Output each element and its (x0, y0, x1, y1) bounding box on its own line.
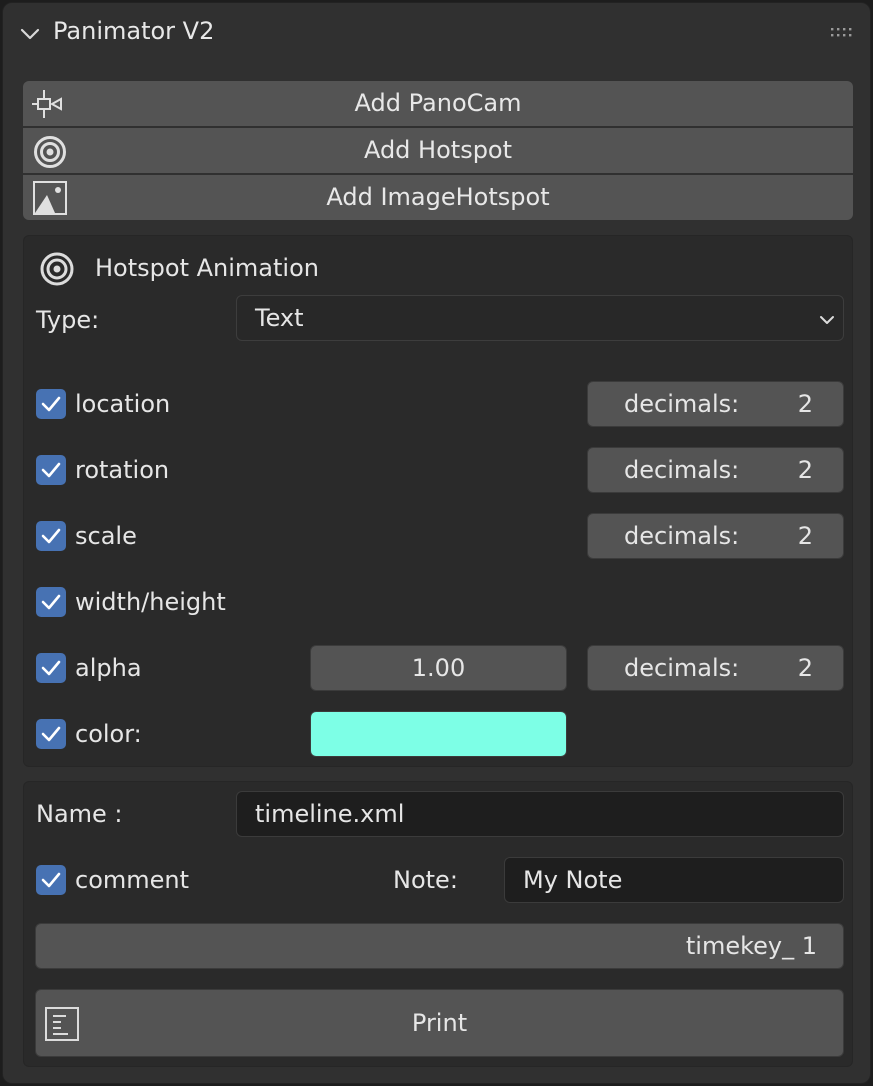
checkmark-icon (41, 594, 61, 610)
checkmark-icon (41, 726, 61, 742)
checkmark-icon (41, 396, 61, 412)
note-label: Note: (393, 866, 458, 894)
scale-decimals-field[interactable]: decimals: 2 (587, 513, 844, 559)
color-swatch[interactable] (310, 711, 567, 757)
checkmark-icon (41, 528, 61, 544)
location-label: location (75, 390, 171, 418)
image-icon (33, 181, 67, 215)
type-value: Text (255, 304, 304, 332)
add-panocam-label: Add PanoCam (354, 89, 522, 117)
hotspot-icon (34, 136, 66, 168)
alpha-value-field[interactable]: 1.00 (310, 645, 567, 691)
type-label: Type: (36, 306, 100, 334)
name-label: Name : (36, 800, 123, 828)
decimals-label: decimals: (624, 522, 740, 550)
alpha-label: alpha (75, 654, 142, 682)
add-imagehotspot-label: Add ImageHotspot (326, 183, 550, 211)
name-value: timeline.xml (255, 800, 405, 828)
print-label: Print (411, 1009, 468, 1037)
timekey-value: timekey_ 1 (685, 932, 817, 960)
location-decimals-field[interactable]: decimals: 2 (587, 381, 844, 427)
alpha-decimals-field[interactable]: decimals: 2 (587, 645, 844, 691)
add-hotspot-button[interactable]: Add Hotspot (23, 128, 853, 173)
rotation-decimals-field[interactable]: decimals: 2 (587, 447, 844, 493)
note-input[interactable]: My Note (504, 857, 844, 903)
chevron-down-icon[interactable] (19, 23, 41, 45)
print-button[interactable]: Print (35, 989, 844, 1057)
panimator-panel: Panimator V2 Add PanoCam Add Hotspot Add… (2, 2, 871, 1084)
camera-icon (32, 90, 62, 118)
scale-label: scale (75, 522, 137, 550)
checkmark-icon (41, 660, 61, 676)
drag-grip-icon[interactable] (830, 27, 856, 39)
scale-checkbox[interactable] (36, 521, 66, 551)
timekey-field[interactable]: timekey_ 1 (35, 923, 844, 969)
comment-label: comment (75, 866, 190, 894)
text-document-icon (45, 1007, 79, 1041)
add-buttons-group: Add PanoCam Add Hotspot Add ImageHotspot (23, 81, 853, 220)
decimals-label: decimals: (624, 654, 740, 682)
color-label: color: (75, 720, 142, 748)
decimals-value: 2 (797, 654, 813, 682)
panel-header[interactable]: Panimator V2 (3, 3, 870, 63)
alpha-value: 1.00 (411, 654, 466, 682)
decimals-label: decimals: (624, 456, 740, 484)
name-input[interactable]: timeline.xml (236, 791, 844, 837)
add-imagehotspot-button[interactable]: Add ImageHotspot (23, 175, 853, 220)
width-height-label: width/height (75, 588, 226, 616)
add-hotspot-label: Add Hotspot (363, 136, 513, 164)
checkmark-icon (41, 872, 61, 888)
alpha-checkbox[interactable] (36, 653, 66, 683)
section-heading: Hotspot Animation (95, 254, 319, 282)
type-dropdown[interactable]: Text (236, 295, 844, 341)
location-checkbox[interactable] (36, 389, 66, 419)
decimals-value: 2 (797, 456, 813, 484)
hotspot-icon (40, 252, 74, 286)
add-panocam-button[interactable]: Add PanoCam (23, 81, 853, 126)
comment-checkbox[interactable] (36, 865, 66, 895)
width-height-checkbox[interactable] (36, 587, 66, 617)
decimals-label: decimals: (624, 390, 740, 418)
checkmark-icon (41, 462, 61, 478)
hotspot-animation-box: Hotspot Animation Type: Text location de… (23, 235, 853, 767)
note-value: My Note (523, 866, 623, 894)
rotation-label: rotation (75, 456, 170, 484)
decimals-value: 2 (797, 390, 813, 418)
rotation-checkbox[interactable] (36, 455, 66, 485)
output-box: Name : timeline.xml comment Note: My Not… (23, 781, 853, 1067)
panel-title: Panimator V2 (53, 17, 215, 45)
decimals-value: 2 (797, 522, 813, 550)
chevron-down-icon (820, 316, 834, 324)
color-checkbox[interactable] (36, 719, 66, 749)
